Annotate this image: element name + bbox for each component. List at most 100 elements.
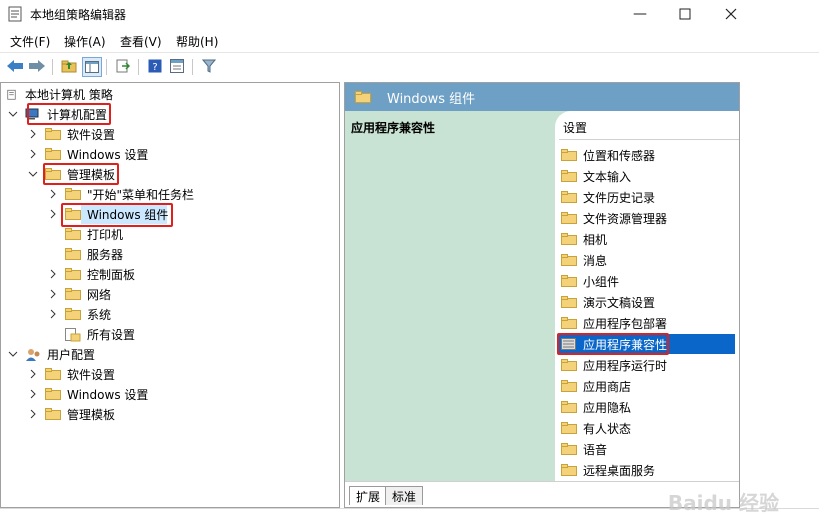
tab-extended[interactable]: 扩展 (349, 486, 388, 505)
list-item[interactable]: 相机 (559, 229, 735, 249)
folder-icon (561, 149, 577, 161)
folder-icon (561, 380, 577, 392)
list-item[interactable]: 应用商店 (559, 376, 735, 396)
tree-item-user-config[interactable]: 用户配置 (7, 344, 95, 364)
tree-label: 系统 (87, 307, 112, 322)
column-header-settings[interactable]: 设置 (563, 119, 587, 136)
folder-icon (561, 443, 577, 455)
list-item-label: 应用商店 (583, 379, 632, 394)
export-list-icon (116, 59, 130, 73)
tree-item-server[interactable]: 服务器 (65, 244, 123, 264)
tab-standard[interactable]: 标准 (385, 486, 424, 505)
list-item[interactable]: 应用程序运行时 (559, 355, 735, 375)
toolbar-separator (138, 59, 139, 75)
list-item[interactable]: 演示文稿设置 (559, 292, 735, 312)
tree-item-start-menu[interactable]: "开始"菜单和任务栏 (47, 184, 194, 204)
chevron-right-icon[interactable] (47, 308, 59, 320)
back-button[interactable] (6, 57, 24, 75)
toolbar: ? (0, 52, 819, 81)
export-list-button[interactable] (114, 57, 132, 75)
selected-item-title: 应用程序兼容性 (351, 121, 436, 135)
chevron-right-icon[interactable] (47, 208, 59, 220)
tree-item-system[interactable]: 系统 (47, 304, 111, 324)
list-item[interactable]: 消息 (559, 250, 735, 270)
folder-icon (561, 401, 577, 413)
chevron-right-icon[interactable] (47, 188, 59, 200)
close-button[interactable] (708, 0, 754, 28)
folder-icon (45, 388, 61, 400)
properties-button[interactable] (168, 57, 186, 75)
list-item-label: 应用程序包部署 (583, 316, 668, 331)
list-item[interactable]: 小组件 (559, 271, 735, 291)
menu-view[interactable]: 查看(V) (120, 33, 162, 50)
list-item[interactable]: 文件资源管理器 (559, 208, 735, 228)
folder-icon (65, 188, 81, 200)
tree-item-windows-components[interactable]: Windows 组件 (47, 204, 168, 224)
window-title: 本地组策略编辑器 (30, 8, 127, 22)
tree-label: 所有设置 (87, 327, 136, 342)
chevron-right-icon[interactable] (27, 148, 39, 160)
tree-label: 管理模板 (67, 167, 116, 182)
folder-icon (65, 288, 81, 300)
tree-item-root[interactable]: 本地计算机 策略 (7, 84, 113, 104)
tree-item-user-windows-settings[interactable]: Windows 设置 (27, 384, 148, 404)
help-button[interactable]: ? (146, 57, 164, 75)
tree-label: 本地计算机 策略 (25, 87, 113, 102)
tree-item-control-panel[interactable]: 控制面板 (47, 264, 135, 284)
list-item[interactable]: 应用程序包部署 (559, 313, 735, 333)
show-hide-tree-button[interactable] (82, 57, 102, 77)
minimize-button[interactable]: — (617, 0, 663, 28)
tree-label: 计算机配置 (47, 107, 108, 122)
chevron-right-icon[interactable] (27, 388, 39, 400)
tree-item-user-software-settings[interactable]: 软件设置 (27, 364, 115, 384)
tree-item-all-settings[interactable]: 所有设置 (65, 324, 135, 344)
list-item[interactable]: 应用隐私 (559, 397, 735, 417)
chevron-right-icon[interactable] (27, 408, 39, 420)
menu-help[interactable]: 帮助(H) (176, 33, 218, 50)
tree-item-admin-templates[interactable]: 管理模板 (27, 164, 115, 184)
filter-button[interactable] (200, 57, 218, 75)
list-item-label: 演示文稿设置 (583, 295, 656, 310)
tree-item-network[interactable]: 网络 (47, 284, 111, 304)
menu-action[interactable]: 操作(A) (64, 33, 106, 50)
tree-label: 管理模板 (67, 407, 116, 422)
chevron-right-icon[interactable] (47, 268, 59, 280)
policy-folder-icon (561, 338, 577, 350)
folder-icon (561, 296, 577, 308)
list-item[interactable]: 位置和传感器 (559, 145, 735, 165)
list-item[interactable]: 应用程序兼容性 (559, 334, 735, 354)
list-item[interactable]: 语音 (559, 439, 735, 459)
list-item-label: 语音 (583, 442, 608, 457)
maximize-button[interactable] (662, 0, 708, 28)
folder-icon (561, 170, 577, 182)
folder-icon (561, 254, 577, 266)
svg-text:?: ? (152, 62, 157, 73)
chevron-down-icon[interactable] (7, 348, 19, 360)
tree-item-printers[interactable]: 打印机 (65, 224, 123, 244)
user-icon (25, 348, 41, 361)
list-item[interactable]: 文件历史记录 (559, 187, 735, 207)
tree-item-software-settings[interactable]: 软件设置 (27, 124, 115, 144)
tree-item-user-admin-templates[interactable]: 管理模板 (27, 404, 115, 424)
up-folder-icon (61, 60, 77, 73)
chevron-right-icon[interactable] (27, 128, 39, 140)
folder-icon (65, 228, 81, 240)
chevron-right-icon[interactable] (47, 288, 59, 300)
tree-item-computer-config[interactable]: 计算机配置 (7, 104, 107, 124)
list-item[interactable]: 有人状态 (559, 418, 735, 438)
list-item[interactable]: 文本输入 (559, 166, 735, 186)
chevron-right-icon[interactable] (27, 368, 39, 380)
chevron-down-icon[interactable] (27, 168, 39, 180)
forward-arrow-icon (29, 60, 45, 72)
up-level-button[interactable] (60, 57, 78, 75)
forward-button[interactable] (28, 57, 46, 75)
chevron-down-icon[interactable] (7, 108, 19, 120)
folder-icon (561, 191, 577, 203)
list-item[interactable]: 远程桌面服务 (559, 460, 735, 480)
tree-item-windows-settings[interactable]: Windows 设置 (27, 144, 148, 164)
close-icon (725, 8, 737, 20)
folder-icon (65, 268, 81, 280)
tree-label: 控制面板 (87, 267, 136, 282)
menu-file[interactable]: 文件(F) (10, 33, 50, 50)
list-item-label: 消息 (583, 253, 608, 268)
